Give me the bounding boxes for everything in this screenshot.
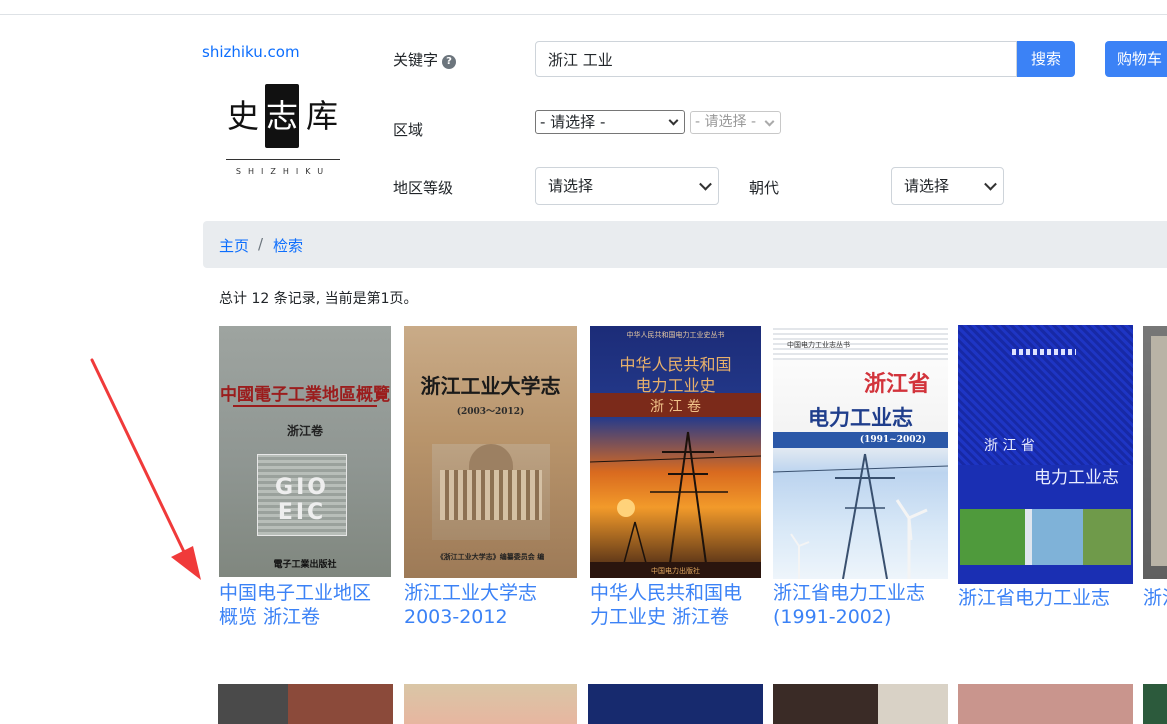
book-cover-image[interactable]: 中國電子工業地區概覽 浙江卷 GIO EIC 電子工業出版社: [219, 326, 391, 577]
dynasty-label: 朝代: [749, 179, 780, 197]
book-cover-image[interactable]: [404, 684, 577, 724]
book-cover-image[interactable]: 中华人民共和国电力工业史丛书 中华人民共和国 电力工业史 浙 江 卷 中国电力出…: [590, 326, 761, 578]
book-title-link[interactable]: 浙江省电力工业志(1991-2002): [773, 581, 933, 629]
cover-subtitle-text: 浙 江 卷: [650, 399, 701, 415]
record-summary: 总计 12 条记录, 当前是第1页。: [219, 291, 418, 307]
book-cover-image[interactable]: [1143, 326, 1167, 579]
book-cover-image[interactable]: [773, 684, 948, 724]
breadcrumb: 主页 / 检索: [203, 221, 1167, 268]
chevron-down-icon: [699, 177, 712, 191]
book-card[interactable]: 浙江...志: [1143, 326, 1167, 656]
logo-char-1: 史: [226, 97, 259, 135]
logo-char-2: 志: [265, 84, 299, 148]
cover-rule: [233, 405, 377, 407]
region-select[interactable]: - 请选择 -: [535, 110, 685, 134]
site-domain-link[interactable]: shizhiku.com: [202, 43, 300, 61]
breadcrumb-separator: /: [258, 235, 264, 253]
site-logo[interactable]: 史 志 库 SHIZHIKU: [226, 82, 340, 182]
cover-title2-text: 电力工业志: [1034, 468, 1119, 488]
dynasty-select[interactable]: 请选择: [891, 167, 1004, 205]
region-sub-select-value: - 请选择 -: [695, 114, 757, 130]
cover-colonnade: [440, 470, 542, 520]
book-title-link[interactable]: 浙江省电力工业志: [958, 586, 1118, 610]
cover-emblem: GIO EIC: [257, 454, 347, 536]
keyword-label: 关键字?: [393, 49, 457, 70]
cover-series-mark: [1012, 349, 1076, 355]
browser-toolbar-strip: [0, 0, 1167, 15]
region-label: 区域: [393, 121, 424, 139]
region-sub-select[interactable]: - 请选择 -: [690, 111, 781, 134]
region-select-value: - 请选择 -: [540, 113, 606, 131]
cover-title-text: 浙江省: [863, 371, 930, 397]
cover-publisher-text: 中国电力出版社: [651, 567, 700, 575]
breadcrumb-current[interactable]: 检索: [273, 235, 303, 256]
book-cover-image[interactable]: 中国电力工业志丛书 浙江省 电力工业志 (1991~2002): [773, 326, 948, 579]
cover-publisher-text: 《浙江工业大学志》编纂委员会 编: [436, 552, 545, 561]
book-cover-image[interactable]: 浙江工业大学志 (2003～2012) 《浙江工业大学志》编纂委员会 编: [404, 326, 577, 578]
cover-pylon-illustration: [773, 453, 948, 579]
search-button[interactable]: 搜索: [1017, 41, 1075, 77]
chevron-down-icon: [668, 115, 679, 126]
book-title-link[interactable]: 浙江...志: [1143, 586, 1167, 610]
chevron-down-icon: [984, 177, 997, 191]
cover-subtitle-text: 浙江卷: [286, 424, 323, 438]
cover-photo-strip: [960, 509, 1131, 565]
cover-title-text: 中國電子工業地區概覽: [220, 385, 390, 405]
level-label: 地区等级: [393, 179, 454, 197]
book-cover-image[interactable]: [588, 684, 763, 724]
logo-char-3: 库: [305, 97, 338, 135]
cover-emblem-text: GIO EIC: [275, 475, 329, 525]
book-title-link[interactable]: 中国电子工业地区概览 浙江卷: [219, 581, 379, 629]
breadcrumb-home[interactable]: 主页: [219, 235, 249, 256]
cover-series-text: 中国电力工业志丛书: [787, 341, 850, 349]
level-select[interactable]: 请选择: [535, 167, 719, 205]
logo-subtitle: SHIZHIKU: [235, 167, 331, 176]
dynasty-select-value: 请选择: [904, 177, 950, 195]
logo-divider: [226, 159, 340, 160]
cover-title-text: 浙 江 省: [984, 438, 1035, 454]
chevron-down-icon: [764, 116, 775, 127]
cover-title-text: 浙江工业大学志: [420, 374, 561, 398]
cover-subtitle-text: (2003～2012): [456, 407, 525, 417]
cover-panel: [1151, 336, 1167, 566]
book-cover-image[interactable]: 浙 江 省 电力工业志: [958, 325, 1133, 584]
cover-pylon-illustration: [590, 431, 761, 578]
level-select-value: 请选择: [548, 177, 594, 195]
question-circle-icon[interactable]: ?: [442, 55, 457, 69]
cover-subtitle-text: (1991~2002): [859, 435, 926, 445]
cover-building-illustration: [432, 444, 550, 540]
logo-mark: 史 志 库: [226, 82, 340, 150]
cover-dome: [469, 444, 513, 470]
book-title-link[interactable]: 中华人民共和国电力工业史 浙江卷: [590, 581, 750, 629]
cover-title2-text: 电力工业志: [808, 405, 913, 430]
book-cover-image[interactable]: [1143, 684, 1167, 724]
keyword-label-text: 关键字: [393, 51, 439, 69]
book-title-link[interactable]: 浙江工业大学志 2003-2012: [404, 581, 564, 629]
book-cover-image[interactable]: [218, 684, 393, 724]
cover-series-text: 中华人民共和国电力工业史丛书: [626, 331, 725, 339]
cart-button[interactable]: 购物车: [1105, 41, 1167, 77]
keyword-input[interactable]: [535, 41, 1017, 77]
cover-publisher-text: 電子工業出版社: [273, 560, 337, 570]
book-cover-image[interactable]: [958, 684, 1133, 724]
